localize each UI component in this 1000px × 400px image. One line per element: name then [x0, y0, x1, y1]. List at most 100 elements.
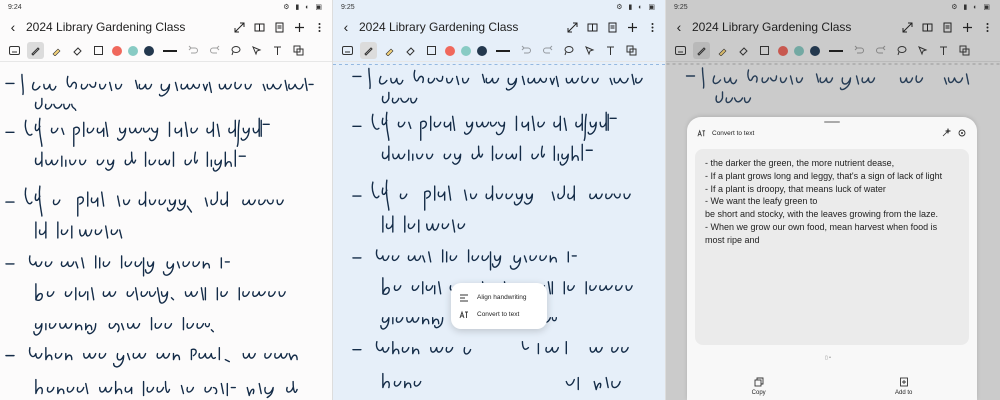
- note-title: 2024 Library Gardening Class: [359, 20, 519, 34]
- selection-icon[interactable]: [581, 42, 598, 59]
- color-swatch-red[interactable]: [778, 45, 788, 56]
- page-icon[interactable]: [272, 20, 286, 34]
- layers-icon[interactable]: [623, 42, 640, 59]
- stroke-thickness[interactable]: [496, 49, 510, 52]
- text-icon[interactable]: [269, 42, 286, 59]
- shapes-icon[interactable]: [756, 42, 773, 59]
- converted-line: be short and stocky, with the leaves gro…: [705, 209, 938, 220]
- handwriting-line: [5, 255, 286, 336]
- eraser-icon[interactable]: [402, 42, 419, 59]
- more-icon[interactable]: [312, 20, 326, 34]
- redo-icon[interactable]: [539, 42, 556, 59]
- stroke-thickness[interactable]: [163, 49, 177, 52]
- handwriting-line: [5, 73, 314, 112]
- status-icons: ⚙ ▮ ◐ ▣: [951, 4, 992, 11]
- color-swatch-red[interactable]: [112, 45, 122, 56]
- book-icon[interactable]: [920, 20, 934, 34]
- status-time: 9:25: [674, 3, 688, 11]
- magic-wand-icon[interactable]: [941, 128, 951, 138]
- color-swatch-teal[interactable]: [794, 45, 804, 56]
- align-handwriting-option[interactable]: Align handwriting: [459, 289, 539, 306]
- highlighter-icon[interactable]: [48, 42, 65, 59]
- convert-to-text-sheet: Convert to text - the darker the green, …: [687, 117, 977, 400]
- keyboard-icon[interactable]: [6, 42, 23, 59]
- notes-panel-3: 9:25 ⚙ ▮ ◐ ▣ ‹ 2024 Library Gardening Cl…: [666, 0, 1000, 400]
- eraser-icon[interactable]: [735, 42, 752, 59]
- layers-icon[interactable]: [956, 42, 973, 59]
- pen-toolbar: [333, 40, 665, 62]
- more-icon[interactable]: [980, 20, 994, 34]
- converted-line: - the darker the green, the more nutrien…: [705, 158, 895, 168]
- color-swatch-navy[interactable]: [810, 45, 820, 56]
- lasso-icon[interactable]: [227, 42, 244, 59]
- screenshot-strip: 9:24 ⚙ ▮ ◐ ▣ ‹ 2024 Library Gardening Cl…: [0, 0, 1000, 400]
- more-icon[interactable]: [645, 20, 659, 34]
- back-arrow-icon[interactable]: ‹: [339, 19, 353, 35]
- shapes-icon[interactable]: [90, 42, 107, 59]
- sheet-drag-handle[interactable]: [824, 121, 840, 123]
- convert-text-icon: [459, 310, 468, 318]
- convert-to-text-option[interactable]: Convert to text: [459, 306, 539, 323]
- highlighter-icon[interactable]: [714, 42, 731, 59]
- text-icon[interactable]: [602, 42, 619, 59]
- status-icons: ⚙ ▮ ◐ ▣: [283, 4, 324, 11]
- handwriting-canvas[interactable]: [0, 62, 332, 400]
- color-swatch-navy[interactable]: [477, 45, 487, 56]
- page-icon[interactable]: [605, 20, 619, 34]
- book-icon[interactable]: [585, 20, 599, 34]
- add-to-button[interactable]: Add to: [895, 377, 912, 396]
- lasso-icon[interactable]: [560, 42, 577, 59]
- expand-icon[interactable]: [565, 20, 579, 34]
- color-swatch-navy[interactable]: [144, 45, 154, 56]
- pen-icon[interactable]: [27, 42, 44, 59]
- handwriting-line: [5, 185, 284, 239]
- layers-icon[interactable]: [290, 42, 307, 59]
- redo-icon[interactable]: [206, 42, 223, 59]
- highlighter-icon[interactable]: [381, 42, 398, 59]
- pen-icon[interactable]: [693, 42, 710, 59]
- status-bar: 9:25 ⚙ ▮ ◐ ▣: [333, 0, 665, 14]
- add-icon[interactable]: [625, 20, 639, 34]
- top-bar: ‹ 2024 Library Gardening Class: [0, 14, 332, 40]
- top-bar: ‹ 2024 Library Gardening Class: [333, 14, 665, 40]
- expand-icon[interactable]: [900, 20, 914, 34]
- shapes-icon[interactable]: [423, 42, 440, 59]
- text-icon[interactable]: [935, 42, 952, 59]
- page-icon[interactable]: [940, 20, 954, 34]
- convert-text-icon: [697, 129, 706, 136]
- redo-icon[interactable]: [872, 42, 889, 59]
- undo-icon[interactable]: [518, 42, 535, 59]
- color-swatch-teal[interactable]: [461, 45, 471, 56]
- note-title: 2024 Library Gardening Class: [692, 20, 852, 34]
- undo-icon[interactable]: [851, 42, 868, 59]
- stroke-thickness[interactable]: [829, 49, 843, 52]
- back-arrow-icon[interactable]: ‹: [672, 19, 686, 35]
- copy-button[interactable]: Copy: [752, 377, 766, 396]
- lasso-icon[interactable]: [893, 42, 910, 59]
- converted-line: - When we grow our own food, mean harves…: [705, 221, 938, 232]
- keyboard-icon[interactable]: [339, 42, 356, 59]
- handwriting-canvas-selected[interactable]: [333, 62, 665, 400]
- book-icon[interactable]: [252, 20, 266, 34]
- expand-icon[interactable]: [232, 20, 246, 34]
- pen-toolbar: [666, 40, 1000, 62]
- add-icon[interactable]: [292, 20, 306, 34]
- selection-icon[interactable]: [914, 42, 931, 59]
- converted-text-box[interactable]: - the darker the green, the more nutrien…: [695, 149, 969, 345]
- selection-icon[interactable]: [248, 42, 265, 59]
- color-swatch-red[interactable]: [445, 45, 455, 56]
- pen-icon[interactable]: [360, 42, 377, 59]
- settings-icon[interactable]: [957, 128, 967, 138]
- converted-line: - We want the leafy green to: [705, 196, 818, 207]
- add-icon[interactable]: [960, 20, 974, 34]
- keyboard-icon[interactable]: [672, 42, 689, 59]
- color-swatch-teal[interactable]: [128, 45, 138, 56]
- back-arrow-icon[interactable]: ‹: [6, 19, 20, 35]
- status-time: 9:24: [8, 3, 22, 11]
- undo-icon[interactable]: [185, 42, 202, 59]
- eraser-icon[interactable]: [69, 42, 86, 59]
- status-icons: ⚙ ▮ ◐ ▣: [616, 4, 657, 11]
- page-indicator: ▯ •: [825, 355, 831, 361]
- status-bar: 9:24 ⚙ ▮ ◐ ▣: [0, 0, 332, 14]
- handwriting-popup-menu: Align handwriting Convert to text: [451, 283, 547, 329]
